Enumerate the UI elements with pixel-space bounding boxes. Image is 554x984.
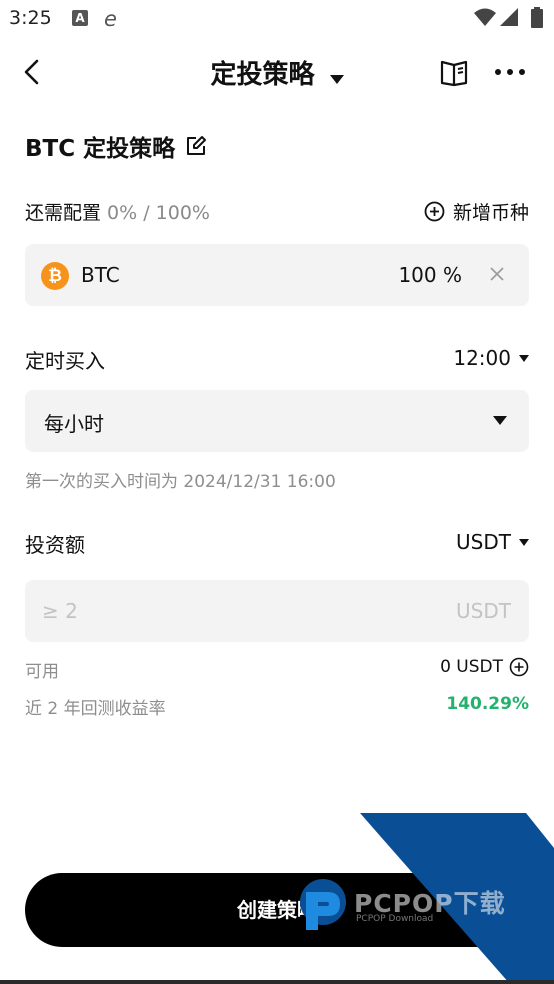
remove-coin-icon[interactable] — [487, 264, 507, 284]
amount-input[interactable] — [42, 597, 422, 625]
allocation-row: 还需配置 0% / 100% — [25, 198, 210, 225]
backtest-return: 140.29% — [446, 694, 529, 714]
add-coin-label: 新增币种 — [452, 202, 529, 224]
more-options-icon[interactable] — [494, 60, 526, 84]
chevron-down-icon — [493, 416, 507, 425]
coin-allocation-item: ₿ BTC 100 % — [25, 244, 529, 306]
amount-field: USDT — [25, 580, 529, 642]
status-time: 3:25 — [9, 7, 52, 29]
frequency-value: 每小时 — [44, 412, 104, 436]
available-label: 可用 — [25, 662, 59, 682]
battery-icon — [531, 7, 543, 28]
status-bar: 3:25 A e — [0, 0, 554, 38]
currency-selector[interactable]: USDT — [456, 530, 529, 554]
edit-icon[interactable] — [185, 135, 207, 157]
time-selector[interactable]: 12:00 — [453, 346, 529, 370]
wifi-icon — [474, 8, 496, 26]
backtest-label: 近 2 年回测收益率 — [25, 699, 166, 719]
time-dropdown-icon — [519, 354, 529, 362]
notification-a-icon: A — [72, 10, 88, 26]
deposit-plus-icon[interactable] — [509, 657, 529, 677]
btc-coin-icon: ₿ — [41, 262, 69, 290]
add-circle-icon — [424, 201, 445, 222]
allocation-progress: 0% / 100% — [107, 202, 210, 224]
available-balance: 0 USDT — [440, 657, 529, 677]
amount-unit: USDT — [456, 599, 511, 623]
first-buy-hint: 第一次的买入时间为 2024/12/31 16:00 — [25, 472, 336, 492]
available-value: 0 USDT — [440, 657, 503, 677]
coin-percent-input[interactable]: 100 % — [398, 263, 462, 287]
investment-label: 投资额 — [25, 533, 85, 557]
watermark-sub: PCPOP Download — [356, 914, 434, 924]
watermark-logo-icon — [300, 879, 346, 930]
strategy-name: BTC 定投策略 — [25, 136, 176, 162]
guide-book-icon[interactable] — [439, 57, 469, 87]
coin-name: BTC — [81, 263, 120, 287]
navigation-bar — [0, 980, 554, 984]
signal-icon — [500, 8, 518, 26]
header-title-bar: 定投策略 — [0, 54, 554, 91]
page: 3:25 A e 定投策略 BTC 定投策略 还需配置 0% / 100% 新增… — [0, 0, 554, 984]
schedule-label: 定时买入 — [25, 349, 105, 373]
currency-dropdown-icon — [519, 538, 529, 546]
title-dropdown-icon[interactable] — [329, 74, 344, 84]
frequency-select[interactable]: 每小时 — [25, 390, 529, 452]
allocation-label: 还需配置 — [25, 202, 102, 224]
add-coin-button[interactable]: 新增币种 — [424, 198, 529, 225]
currency-value: USDT — [456, 530, 511, 554]
notification-e-icon: e — [104, 7, 117, 31]
schedule-time: 12:00 — [453, 346, 511, 370]
page-title[interactable]: 定投策略 — [210, 60, 314, 90]
